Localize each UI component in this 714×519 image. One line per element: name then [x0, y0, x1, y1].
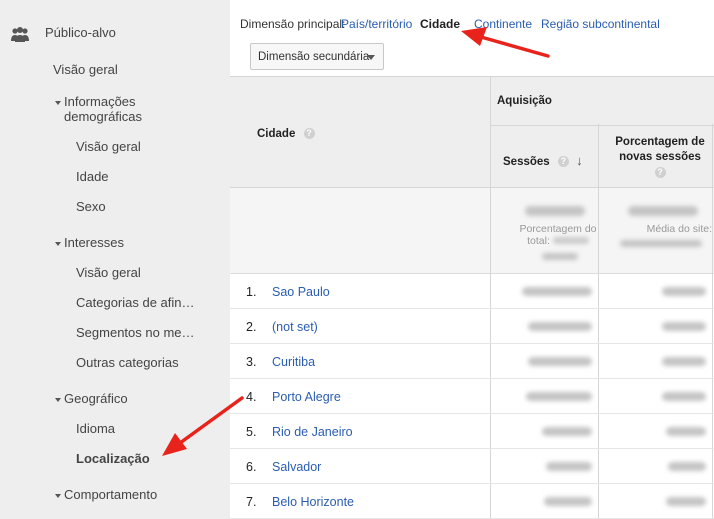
city-link[interactable]: Salvador — [272, 460, 321, 474]
city-link[interactable]: Belo Horizonte — [272, 495, 354, 509]
sidebar-item-interesses[interactable]: Interesses — [64, 235, 124, 250]
table-row: 1. Sao Paulo — [230, 274, 714, 309]
blurred-pct-value — [666, 427, 706, 436]
blurred-pct-value — [666, 497, 706, 506]
row-number: 5. — [246, 425, 257, 439]
sidebar-item-localizacao[interactable]: Localização — [76, 451, 150, 466]
column-header-pct-line2: novas sessões — [619, 151, 701, 163]
expand-triangle-icon[interactable] — [55, 398, 61, 402]
sidebar-item-idade[interactable]: Idade — [76, 169, 109, 184]
blurred-media-site — [620, 240, 702, 247]
blurred-sessoes-value — [544, 497, 592, 506]
blurred-sessoes-value — [546, 462, 592, 471]
blurred-pct-value — [662, 357, 706, 366]
expand-triangle-icon[interactable] — [55, 494, 61, 498]
people-icon — [11, 27, 29, 42]
secondary-dimension-dropdown[interactable]: Dimensão secundária — [250, 43, 384, 70]
blurred-pct-value — [662, 392, 706, 401]
table-row: 7. Belo Horizonte — [230, 484, 714, 519]
total-sub-label-media: Média do site: — [646, 223, 712, 235]
sidebar: Público-alvo Visão geral Informações dem… — [0, 0, 230, 519]
blurred-pct-value — [662, 287, 706, 296]
group-header-aquisicao: Aquisição — [497, 95, 552, 107]
city-link[interactable]: Rio de Janeiro — [272, 425, 353, 439]
sidebar-item-categorias-afinidade[interactable]: Categorias de afin… — [76, 295, 195, 310]
sidebar-item-visao-geral[interactable]: Visão geral — [53, 62, 118, 77]
blurred-total-sessoes — [525, 206, 585, 216]
sidebar-item-info-demograficas[interactable]: Informações — [64, 94, 136, 109]
sort-down-arrow-icon[interactable]: ↓ — [576, 153, 583, 168]
dimension-link-continente[interactable]: Continente — [474, 17, 532, 31]
sidebar-item-geografico[interactable]: Geográfico — [64, 391, 128, 406]
table-row: 3. Curitiba — [230, 344, 714, 379]
expand-triangle-icon[interactable] — [55, 242, 61, 246]
row-number: 6. — [246, 460, 257, 474]
city-link[interactable]: Curitiba — [272, 355, 315, 369]
table-row: 2. (not set) — [230, 309, 714, 344]
sidebar-item-comportamento[interactable]: Comportamento — [64, 487, 157, 502]
dimension-link-cidade[interactable]: Cidade — [420, 17, 460, 31]
table-row: 4. Porto Alegre — [230, 379, 714, 414]
city-link[interactable]: Porto Alegre — [272, 390, 341, 404]
dimension-link-regiao[interactable]: Região subcontinental — [541, 17, 660, 31]
blurred-sessoes-value — [526, 392, 592, 401]
sidebar-item-sexo[interactable]: Sexo — [76, 199, 106, 214]
row-number: 7. — [246, 495, 257, 509]
sidebar-item-demo-visao-geral[interactable]: Visão geral — [76, 139, 141, 154]
total-sub-label-sessoes: Porcentagem do total: — [519, 223, 597, 247]
sidebar-item-segmentos-mercado[interactable]: Segmentos no me… — [76, 325, 195, 340]
blurred-sessoes-value — [528, 357, 592, 366]
row-number: 3. — [246, 355, 257, 369]
column-header-sessoes-label: Sessões — [503, 156, 550, 168]
primary-dimension-label: Dimensão principal: — [240, 17, 346, 31]
dimension-link-pais[interactable]: País/território — [341, 17, 412, 31]
sidebar-header-publico-alvo[interactable]: Público-alvo — [45, 25, 116, 40]
row-number: 2. — [246, 320, 257, 334]
blurred-pct-value — [662, 322, 706, 331]
column-header-cidade[interactable]: Cidade ? — [257, 128, 315, 140]
column-header-cidade-label: Cidade — [257, 128, 296, 140]
totals-row: Porcentagem do total: Média do site: — [230, 188, 714, 274]
blurred-sessoes-value — [542, 427, 592, 436]
chevron-down-icon — [367, 55, 375, 60]
city-link[interactable]: (not set) — [272, 320, 318, 334]
column-header-pct-line1: Porcentagem de — [615, 136, 705, 148]
secondary-dimension-label: Dimensão secundária — [258, 51, 370, 63]
header-divider — [490, 125, 714, 126]
row-number: 1. — [246, 285, 257, 299]
blurred-sessoes-value — [528, 322, 592, 331]
help-icon[interactable]: ? — [557, 156, 569, 168]
column-header-sessoes[interactable]: Sessões ? ↓ — [503, 153, 583, 168]
main-content: Dimensão principal: País/território Cida… — [230, 0, 714, 519]
primary-dimension-bar: Dimensão principal: País/território Cida… — [230, 0, 714, 40]
sidebar-item-int-visao-geral[interactable]: Visão geral — [76, 265, 141, 280]
sidebar-item-info-demograficas-line2[interactable]: demográficas — [64, 109, 142, 124]
help-icon[interactable]: ? — [654, 167, 666, 179]
blurred-total-pct-novas — [628, 206, 698, 216]
sidebar-item-idioma[interactable]: Idioma — [76, 421, 115, 436]
expand-triangle-icon[interactable] — [55, 101, 61, 105]
help-icon[interactable]: ? — [303, 128, 315, 140]
column-header-pct-novas-sessoes[interactable]: Porcentagem de novas sessões ? — [608, 135, 712, 180]
table-row: 5. Rio de Janeiro — [230, 414, 714, 449]
blurred-pct-value — [668, 462, 706, 471]
row-number: 4. — [246, 390, 257, 404]
blurred-sessoes-value — [522, 287, 592, 296]
city-link[interactable]: Sao Paulo — [272, 285, 330, 299]
sidebar-item-outras-categorias[interactable]: Outras categorias — [76, 355, 179, 370]
table-row: 6. Salvador — [230, 449, 714, 484]
table-header: Cidade ? Aquisição Sessões ? ↓ Porcentag… — [230, 76, 714, 188]
blurred-total-pct — [542, 253, 578, 260]
